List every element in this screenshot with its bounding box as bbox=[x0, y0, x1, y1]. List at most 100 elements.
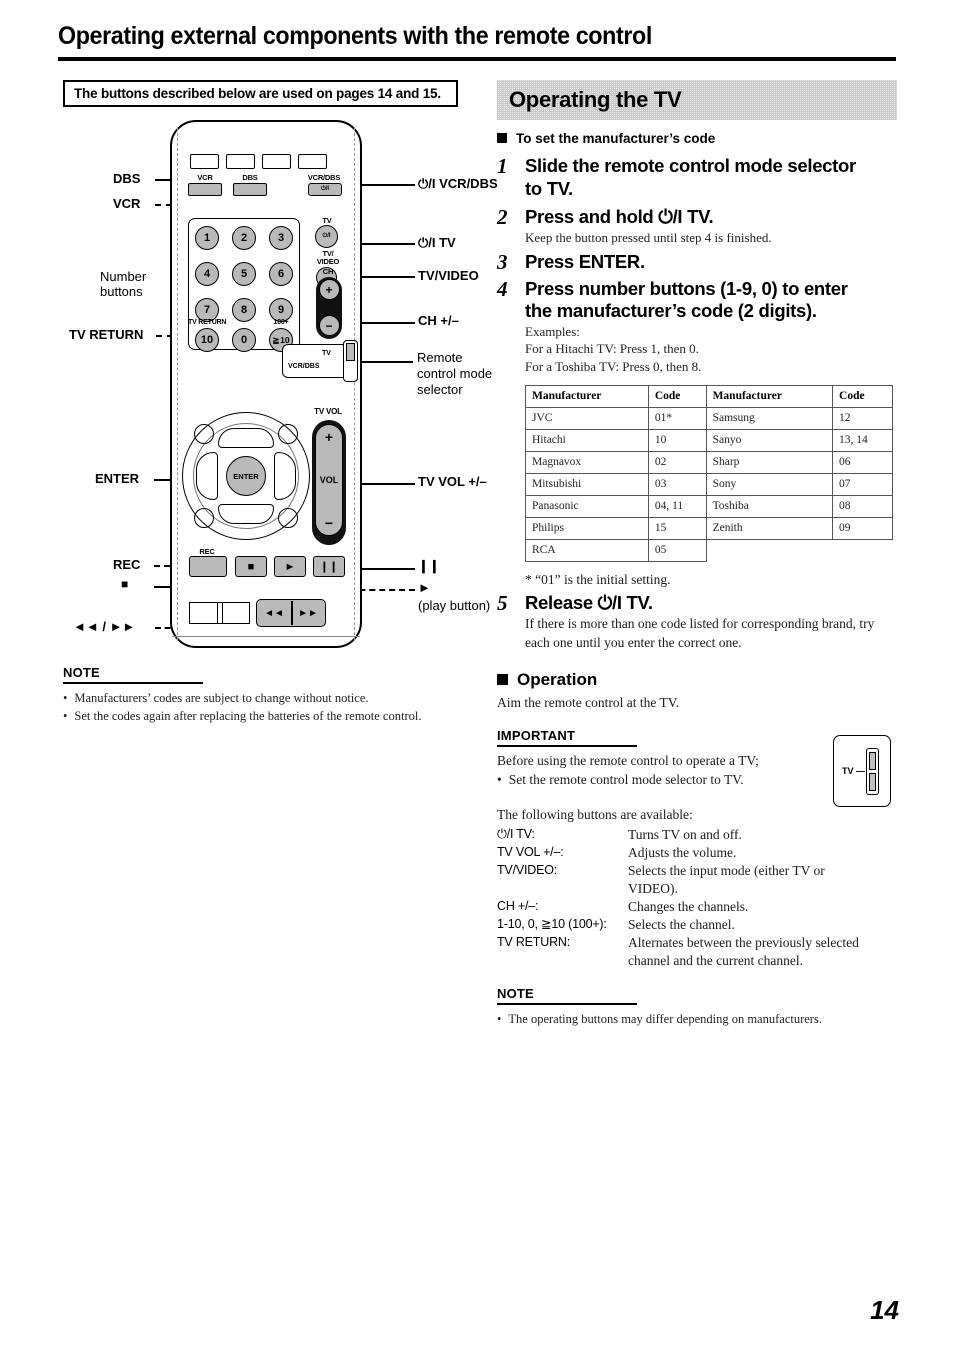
remote-rec-button[interactable] bbox=[189, 556, 227, 577]
remote-rew-ff-divider bbox=[291, 601, 293, 625]
operation-text: Aim the remote control at the TV. bbox=[497, 694, 680, 710]
remote-stop-button[interactable]: ■ bbox=[235, 556, 267, 577]
remote-ch-rocker[interactable]: + − bbox=[316, 277, 342, 339]
remote-tv-vol-rocker[interactable]: + VOL − bbox=[312, 420, 346, 545]
remote-key-5[interactable]: 5 bbox=[232, 262, 256, 286]
cell-code: 13, 14 bbox=[832, 428, 893, 452]
cell-code: 03 bbox=[647, 472, 707, 496]
cell-manufacturer: Sony bbox=[705, 472, 834, 496]
remote-rew-button[interactable]: ◄◄ bbox=[264, 608, 284, 619]
remote-key-2[interactable]: 2 bbox=[232, 226, 256, 250]
cell-manufacturer: Zenith bbox=[705, 516, 834, 540]
button-value-cont: channel and the current channel. bbox=[628, 953, 804, 969]
remote-dbs-button[interactable] bbox=[233, 183, 267, 196]
remote-rew-ff-buttons[interactable]: ◄◄ ►► bbox=[256, 599, 326, 627]
label-play-note: (play button) bbox=[418, 598, 491, 613]
remote-rec-label: REC bbox=[199, 547, 215, 556]
remote-bottom-line bbox=[172, 636, 360, 637]
square-bullet-icon bbox=[497, 133, 507, 143]
bullet: • bbox=[63, 691, 68, 705]
remote-key-10[interactable]: 10 bbox=[195, 328, 219, 352]
remote-dpad-down[interactable] bbox=[218, 504, 274, 524]
cell-code: 09 bbox=[832, 516, 893, 540]
step-4-sub-2: For a Hitachi TV: Press 1, then 0. bbox=[525, 341, 699, 357]
button-value: Adjusts the volume. bbox=[628, 845, 737, 861]
left-note-item-2: • Set the codes again after replacing th… bbox=[63, 707, 473, 725]
top-button-2[interactable] bbox=[226, 154, 255, 169]
label-power-tv: ⏻/I TV bbox=[418, 235, 456, 250]
step-1-number: 1 bbox=[497, 154, 508, 178]
remote-tv-vol-pad[interactable]: + VOL − bbox=[315, 424, 343, 536]
remote-vcr-button[interactable] bbox=[188, 183, 222, 196]
label-enter: ENTER bbox=[95, 471, 140, 486]
remote-tv-video-label: TV/ VIDEO bbox=[316, 249, 340, 266]
cell-code: 07 bbox=[832, 472, 893, 496]
subsection-heading-operation-text: Operation bbox=[517, 669, 598, 689]
step-2-text: Press and hold ⏻/I TV. bbox=[525, 206, 714, 228]
cell-code: 04, 11 bbox=[647, 494, 707, 518]
remote-mode-switch[interactable] bbox=[343, 340, 358, 382]
leader-mode-selector bbox=[358, 361, 413, 363]
remote-dpad-corner-bl[interactable] bbox=[194, 508, 214, 528]
label-power-vcr-dbs: ⏻/I VCR/DBS bbox=[418, 176, 498, 191]
left-note-item-1: • Manufacturers’ codes are subject to ch… bbox=[63, 689, 473, 707]
remote-slider-knob[interactable] bbox=[217, 602, 223, 624]
bullet: • bbox=[497, 1011, 502, 1026]
manufacturer-code-table: Manufacturer Code Manufacturer Code JVC … bbox=[525, 384, 893, 562]
button-key: TV VOL +/–: bbox=[497, 845, 564, 860]
step-4-text: Press number buttons (1-9, 0) to enter t… bbox=[525, 277, 848, 322]
section-banner-title: Operating the TV bbox=[509, 87, 682, 112]
remote-power-tv-button[interactable]: ⏻/I bbox=[315, 225, 338, 248]
tv-mode-selector-inset: TV — bbox=[833, 735, 891, 807]
step-1-text: Slide the remote control mode selector t… bbox=[525, 155, 856, 199]
remote-ff-button[interactable]: ►► bbox=[298, 608, 318, 619]
remote-dpad-corner-tr[interactable] bbox=[278, 424, 298, 444]
tv-mode-selector-label: TV — bbox=[842, 766, 866, 776]
cell-code: 05 bbox=[647, 538, 707, 562]
page-number: 14 bbox=[870, 1295, 899, 1325]
top-button-3[interactable] bbox=[262, 154, 291, 169]
remote-play-button[interactable]: ► bbox=[274, 556, 306, 577]
switch-nub-top bbox=[869, 752, 876, 770]
cell-code: 10 bbox=[647, 428, 707, 452]
label-rew-ff: ◄◄ / ►► bbox=[73, 619, 136, 634]
remote-dpad-up[interactable] bbox=[218, 428, 274, 448]
cell-code: 01* bbox=[647, 406, 707, 430]
remote-dpad-corner-tl[interactable] bbox=[194, 424, 214, 444]
step-3-number: 3 bbox=[497, 250, 508, 275]
remote-dpad-corner-br[interactable] bbox=[278, 508, 298, 528]
remote-tv-return-label: TV RETURN bbox=[188, 319, 227, 326]
remote-key-3[interactable]: 3 bbox=[269, 226, 293, 250]
tv-mode-selector-switch bbox=[866, 748, 879, 795]
remote-ch-plus[interactable]: + bbox=[318, 279, 340, 300]
remote-power-vcr-dbs-button[interactable]: ⏻/I bbox=[308, 183, 342, 196]
remote-pause-button[interactable]: ❙❙ bbox=[313, 556, 345, 577]
label-tv-video: TV/VIDEO bbox=[418, 268, 479, 283]
important-bullet-text: Set the remote control mode selector to … bbox=[508, 771, 744, 787]
top-button-4[interactable] bbox=[298, 154, 327, 169]
remote-ch-label: CH bbox=[322, 267, 334, 276]
remote-dpad-left[interactable] bbox=[196, 452, 218, 500]
remote-key-6[interactable]: 6 bbox=[269, 262, 293, 286]
step-4-number: 4 bbox=[497, 276, 508, 301]
remote-ch-minus[interactable]: − bbox=[318, 315, 340, 336]
label-mode-selector: Remote control mode selector bbox=[417, 350, 493, 397]
label-stop: ■ bbox=[121, 577, 129, 591]
table-row: Panasonic 04, 11 Toshiba 08 bbox=[525, 494, 893, 518]
step-5-text: Release ⏻/I TV. bbox=[525, 592, 653, 614]
top-button-1[interactable] bbox=[190, 154, 219, 169]
remote-key-4[interactable]: 4 bbox=[195, 262, 219, 286]
button-row: ⏻/I TV: Turns TV on and off. bbox=[497, 826, 897, 844]
remote-key-0[interactable]: 0 bbox=[232, 328, 256, 352]
remote-key-1[interactable]: 1 bbox=[195, 226, 219, 250]
label-tv-return: TV RETURN bbox=[69, 327, 144, 342]
label-number-buttons: Number buttons bbox=[100, 269, 147, 299]
cell-manufacturer: RCA bbox=[525, 538, 649, 562]
right-note-item-1: • The operating buttons may differ depen… bbox=[497, 1010, 897, 1028]
button-value: Selects the input mode (either TV or bbox=[628, 863, 825, 879]
remote-enter-button[interactable]: ENTER bbox=[226, 456, 266, 496]
cell-empty bbox=[706, 538, 833, 562]
table-header-row: Manufacturer Code Manufacturer Code bbox=[525, 384, 893, 408]
bullet: • bbox=[497, 771, 502, 787]
table-header-code-2: Code bbox=[832, 384, 893, 408]
